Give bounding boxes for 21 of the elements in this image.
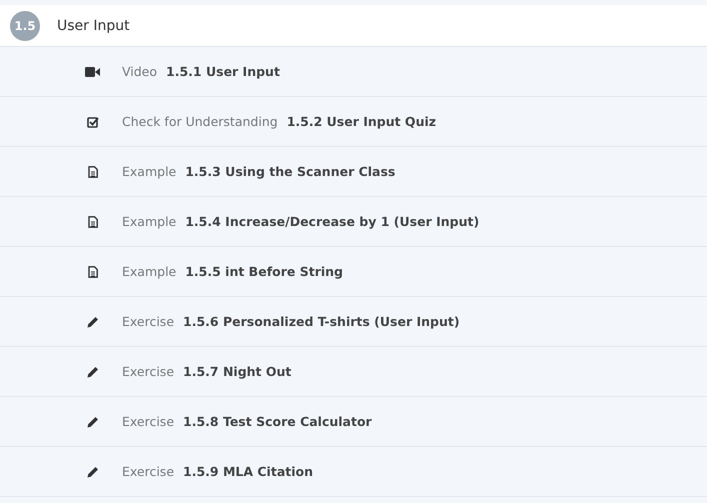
- document-icon: [88, 166, 98, 178]
- lesson-link[interactable]: Example 1.5.5 int Before String: [122, 264, 343, 279]
- section-header[interactable]: 1.5 User Input: [0, 5, 707, 47]
- checkbox-icon: [86, 116, 98, 128]
- pencil-icon: [86, 466, 98, 478]
- pencil-icon: [86, 366, 98, 378]
- lesson-link[interactable]: Exercise 1.5.9 MLA Citation: [122, 464, 314, 479]
- lesson-link[interactable]: Check for Understanding 1.5.2 User Input Quiz: [122, 114, 436, 129]
- section-number: 1.5: [10, 10, 40, 40]
- lesson-link[interactable]: Exercise 1.5.7 Night Out: [122, 364, 292, 379]
- lesson-link[interactable]: Example 1.5.3 Using the Scanner Class: [122, 164, 396, 179]
- lesson-link[interactable]: Exercise 1.5.8 Test Score Calculator: [122, 414, 372, 429]
- lesson-link[interactable]: Exercise 1.5.6 Personalized T-shirts (User Input): [122, 314, 460, 329]
- section-title: User Input: [57, 18, 130, 34]
- video-camera-icon: [85, 66, 100, 76]
- document-icon: [88, 216, 98, 228]
- pencil-icon: [86, 316, 98, 328]
- pencil-icon: [86, 416, 98, 428]
- lesson-link[interactable]: Video 1.5.1 User Input: [122, 64, 280, 79]
- lesson-link[interactable]: Example 1.5.4 Increase/Decrease by 1 (User Input): [122, 214, 480, 229]
- document-icon: [88, 266, 98, 278]
